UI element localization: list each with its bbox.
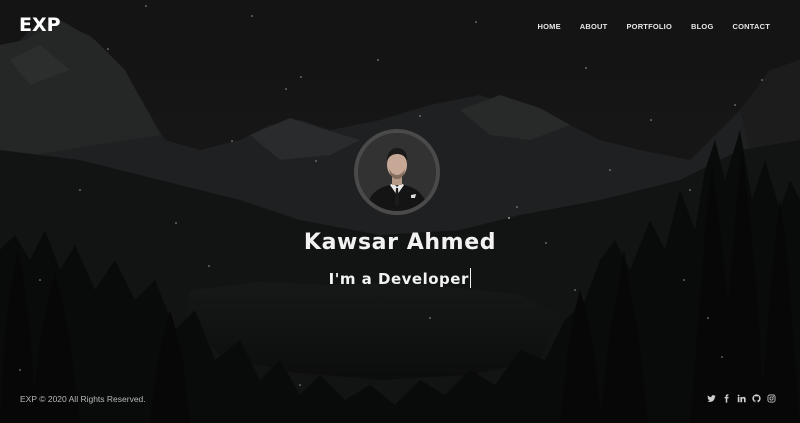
github-icon[interactable] [752, 394, 761, 403]
social-links [707, 394, 776, 403]
linkedin-icon[interactable] [737, 394, 746, 403]
profile-avatar [354, 129, 440, 215]
site-logo[interactable]: EXP [19, 14, 61, 36]
footer-copyright: EXP © 2020 All Rights Reserved. [20, 394, 146, 404]
typed-text: I'm a Developer [328, 270, 469, 288]
nav-portfolio-link[interactable]: PORTFOLIO [626, 22, 672, 31]
typing-cursor [469, 268, 472, 288]
hero-section: EXP HOME ABOUT PORTFOLIO BLOG CONTACT Ka… [0, 0, 800, 423]
nav-about-link[interactable]: ABOUT [580, 22, 608, 31]
twitter-icon[interactable] [707, 394, 716, 403]
hero-name: Kawsar Ahmed [303, 230, 497, 255]
facebook-icon[interactable] [722, 394, 731, 403]
nav-contact-link[interactable]: CONTACT [732, 22, 770, 31]
nav-menu: HOME ABOUT PORTFOLIO BLOG CONTACT [518, 22, 770, 31]
instagram-icon[interactable] [767, 394, 776, 403]
nav-home-link[interactable]: HOME [537, 22, 560, 31]
nav-blog-link[interactable]: BLOG [691, 22, 713, 31]
navbar: EXP HOME ABOUT PORTFOLIO BLOG CONTACT [0, 0, 800, 52]
hero-tagline: I'm a Developer [0, 268, 800, 288]
profile-photo [358, 133, 436, 211]
